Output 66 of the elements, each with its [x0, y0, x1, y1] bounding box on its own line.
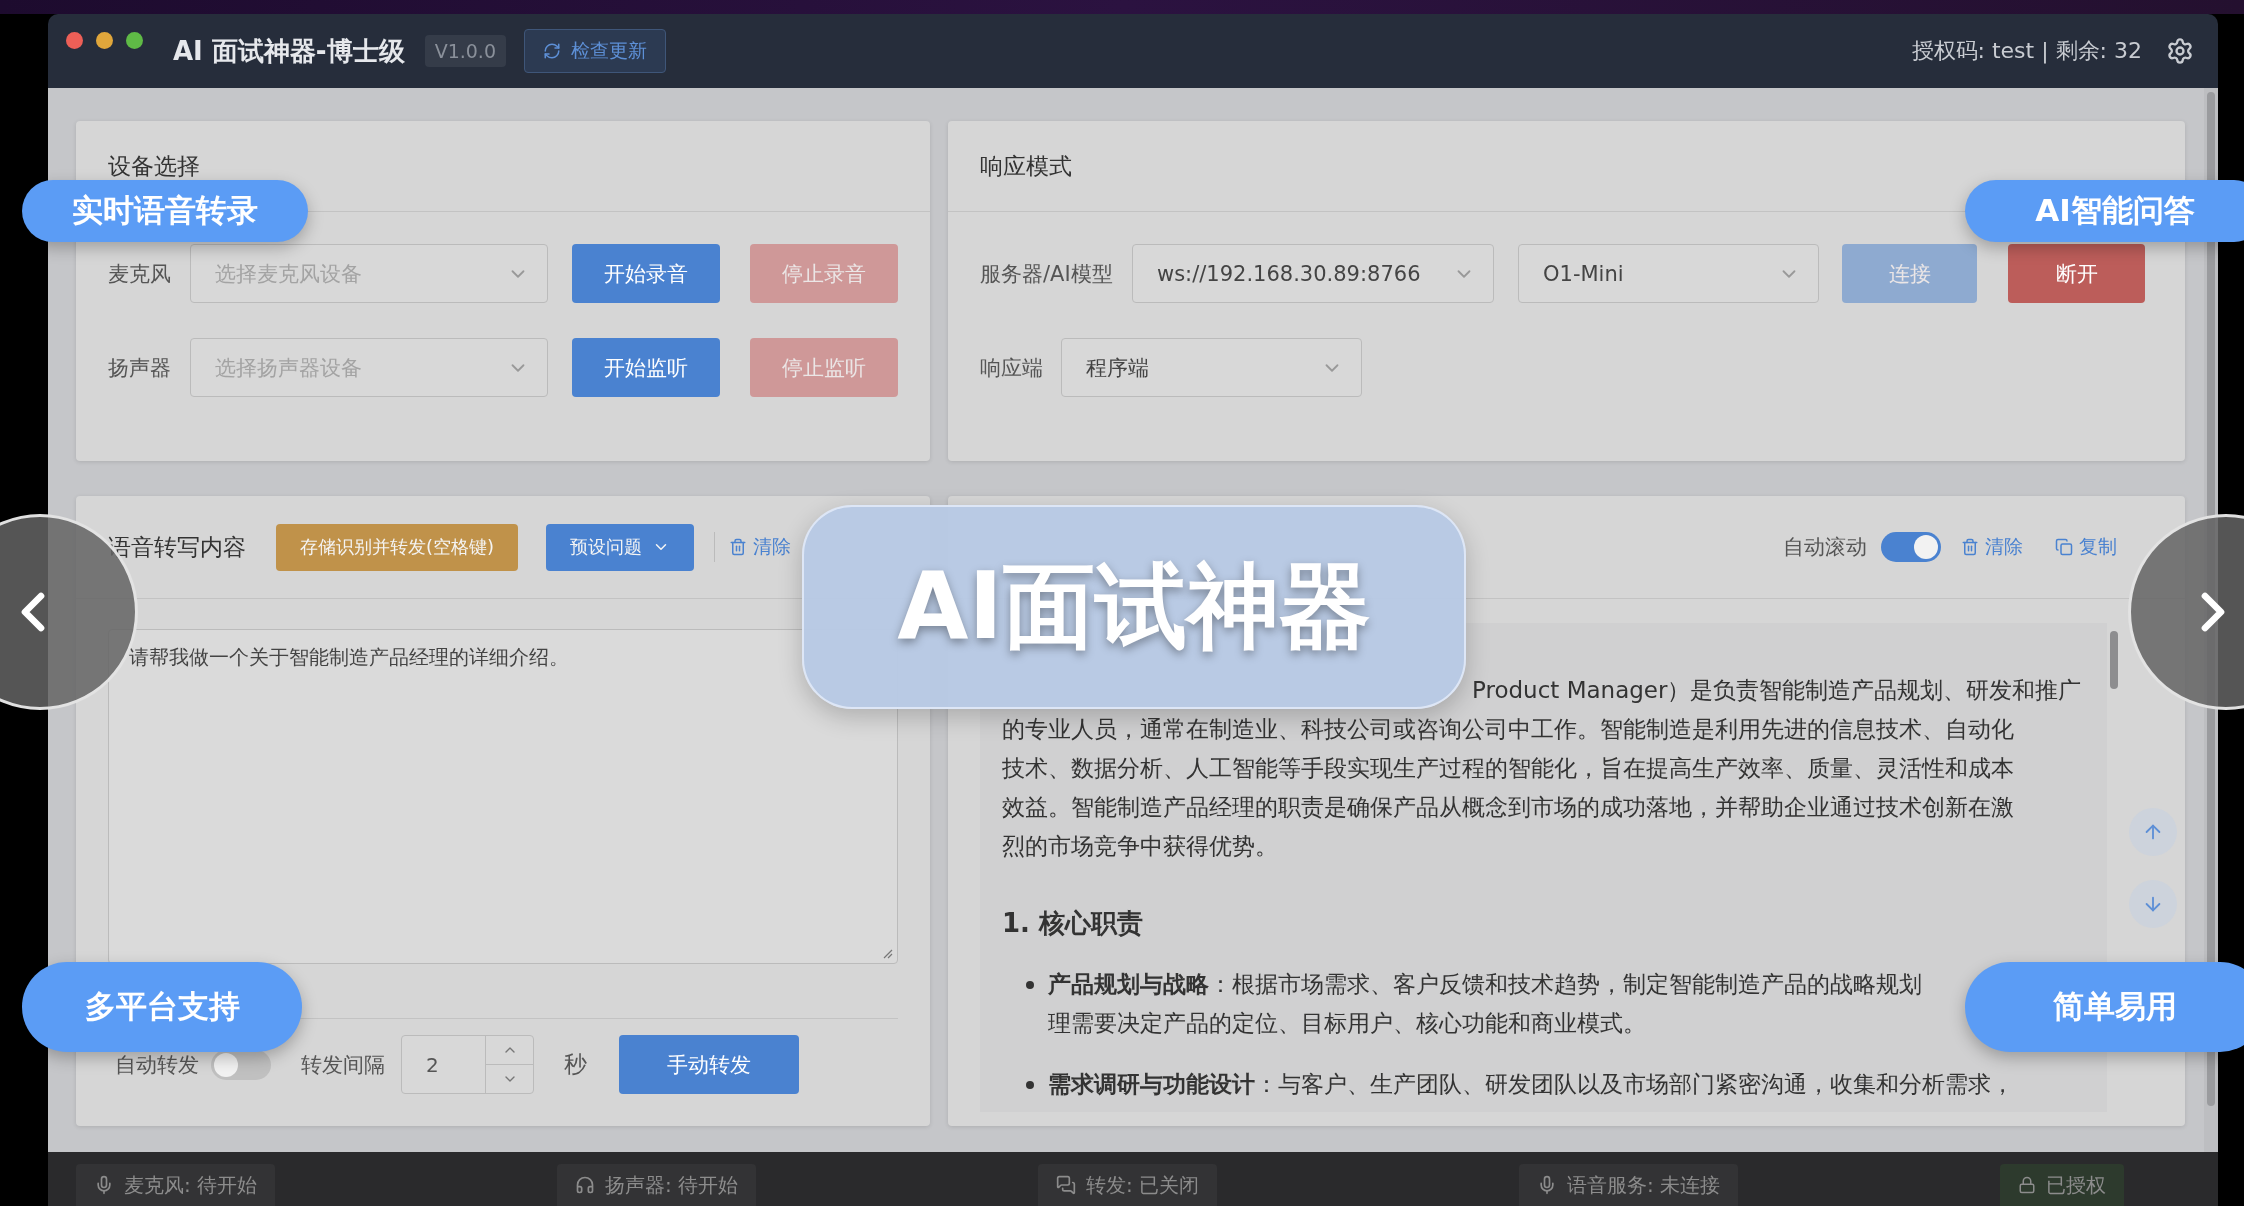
auto-scroll-switch[interactable]	[1881, 532, 1941, 562]
responder-label: 响应端	[980, 354, 1044, 382]
transcript-field[interactable]: 请帮我做一个关于智能制造产品经理的详细介绍。	[108, 629, 898, 964]
microphone-icon	[1537, 1175, 1557, 1195]
answer-text-line: 烈的市场竞争中获得优势。	[1002, 832, 1278, 861]
feature-badge: 简单易用	[1965, 962, 2244, 1052]
disconnect-button[interactable]: 断开	[2008, 244, 2145, 303]
answer-text-line: 技术、数据分析、人工智能等手段实现生产过程的智能化，旨在提高生产效率、质量、灵活性和成本	[1002, 754, 2014, 783]
answer-text-line: Product Manager）是负责智能制造产品规划、研发和推广	[1472, 676, 2082, 705]
license-info: 授权码: test | 剩余: 32	[1911, 37, 2142, 66]
status-text: 语音服务: 未连接	[1567, 1171, 1721, 1199]
auto-scroll-label: 自动滚动	[1783, 534, 1867, 561]
refresh-icon	[543, 42, 561, 60]
trash-icon	[729, 538, 748, 556]
bullet-text-line: 产品规划与战略：根据市场需求、客户反馈和技术趋势，制定智能制造产品的战略规划	[1048, 970, 1922, 999]
banner-title: AI面试神器	[802, 505, 1466, 709]
status-text: 转发: 已关闭	[1086, 1171, 1200, 1199]
copy-link[interactable]: 复制	[2055, 534, 2117, 560]
lock-icon	[2018, 1176, 2036, 1194]
preset-questions-button[interactable]: 预设问题	[546, 523, 695, 571]
minimize-button[interactable]	[96, 32, 113, 49]
scroll-up-button[interactable]	[2129, 807, 2177, 856]
seconds-label: 秒	[564, 1050, 587, 1079]
maximize-button[interactable]	[126, 32, 143, 49]
status-text: 麦克风: 待开始	[124, 1171, 258, 1199]
scroll-down-button[interactable]	[2129, 879, 2177, 928]
feature-badge: 实时语音转录	[22, 180, 308, 242]
answer-heading: 1. 核心职责	[1002, 907, 1145, 940]
save-forward-button[interactable]: 存储识别并转发(空格键)	[276, 523, 519, 571]
status-text: 已授权	[2046, 1171, 2106, 1199]
panel-title: 响应模式	[980, 151, 1072, 181]
feature-badge: 多平台支持	[22, 962, 302, 1052]
interval-label: 转发间隔	[301, 1051, 385, 1079]
window-title: AI 面试神器-博士级	[173, 34, 405, 68]
auto-forward-label: 自动转发	[115, 1051, 199, 1079]
settings-icon[interactable]	[2166, 37, 2194, 65]
version-label: V1.0.0	[424, 35, 506, 67]
chat-icon	[1056, 1175, 1076, 1195]
bullet-text-line: 需求调研与功能设计：与客户、生产团队、研发团队以及市场部门紧密沟通，收集和分析需求，	[1048, 1070, 2014, 1099]
answer-text-line: 的专业人员，通常在制造业、科技公司或咨询公司中工作。智能制造是利用先进的信息技术、自动化	[1002, 715, 2014, 744]
responder-select[interactable]: 程序端	[1061, 338, 1362, 397]
bullet-icon	[1026, 1081, 1034, 1089]
close-button[interactable]	[66, 32, 83, 49]
server-select[interactable]: ws://192.168.30.89:8766	[1132, 244, 1494, 303]
bullet-text-line: 理需要决定产品的定位、目标用户、核心功能和商业模式。	[1048, 1009, 1647, 1038]
clear-link[interactable]: 清除	[1961, 534, 2023, 560]
status-text: 扬声器: 待开始	[605, 1171, 739, 1199]
interval-field[interactable]: 2	[401, 1035, 534, 1094]
answer-text-line: 效益。智能制造产品经理的职责是确保产品从概念到市场的成功落地，并帮助企业通过技术创新在激	[1002, 793, 2014, 822]
microphone-icon	[94, 1175, 114, 1195]
device-label: 扬声器	[108, 354, 172, 382]
headphones-icon	[575, 1175, 595, 1195]
copy-icon	[2055, 538, 2073, 556]
trash-icon	[1961, 538, 1979, 556]
manual-forward-button[interactable]: 手动转发	[619, 1035, 799, 1094]
bullet-icon	[1026, 981, 1034, 989]
start-button[interactable]: 开始监听	[572, 338, 720, 397]
check-update-button[interactable]: 检查更新	[524, 29, 666, 73]
server-label: 服务器/AI模型	[980, 260, 1114, 288]
feature-badge: AI智能问答	[1965, 180, 2244, 242]
panel-title: 设备选择	[108, 151, 200, 181]
device-label: 麦克风	[108, 260, 172, 288]
start-button[interactable]: 开始录音	[572, 244, 720, 303]
model-select[interactable]: O1-Mini	[1518, 244, 1819, 303]
clear-link[interactable]: 清除	[729, 534, 792, 560]
resize-grip-icon	[881, 947, 893, 959]
